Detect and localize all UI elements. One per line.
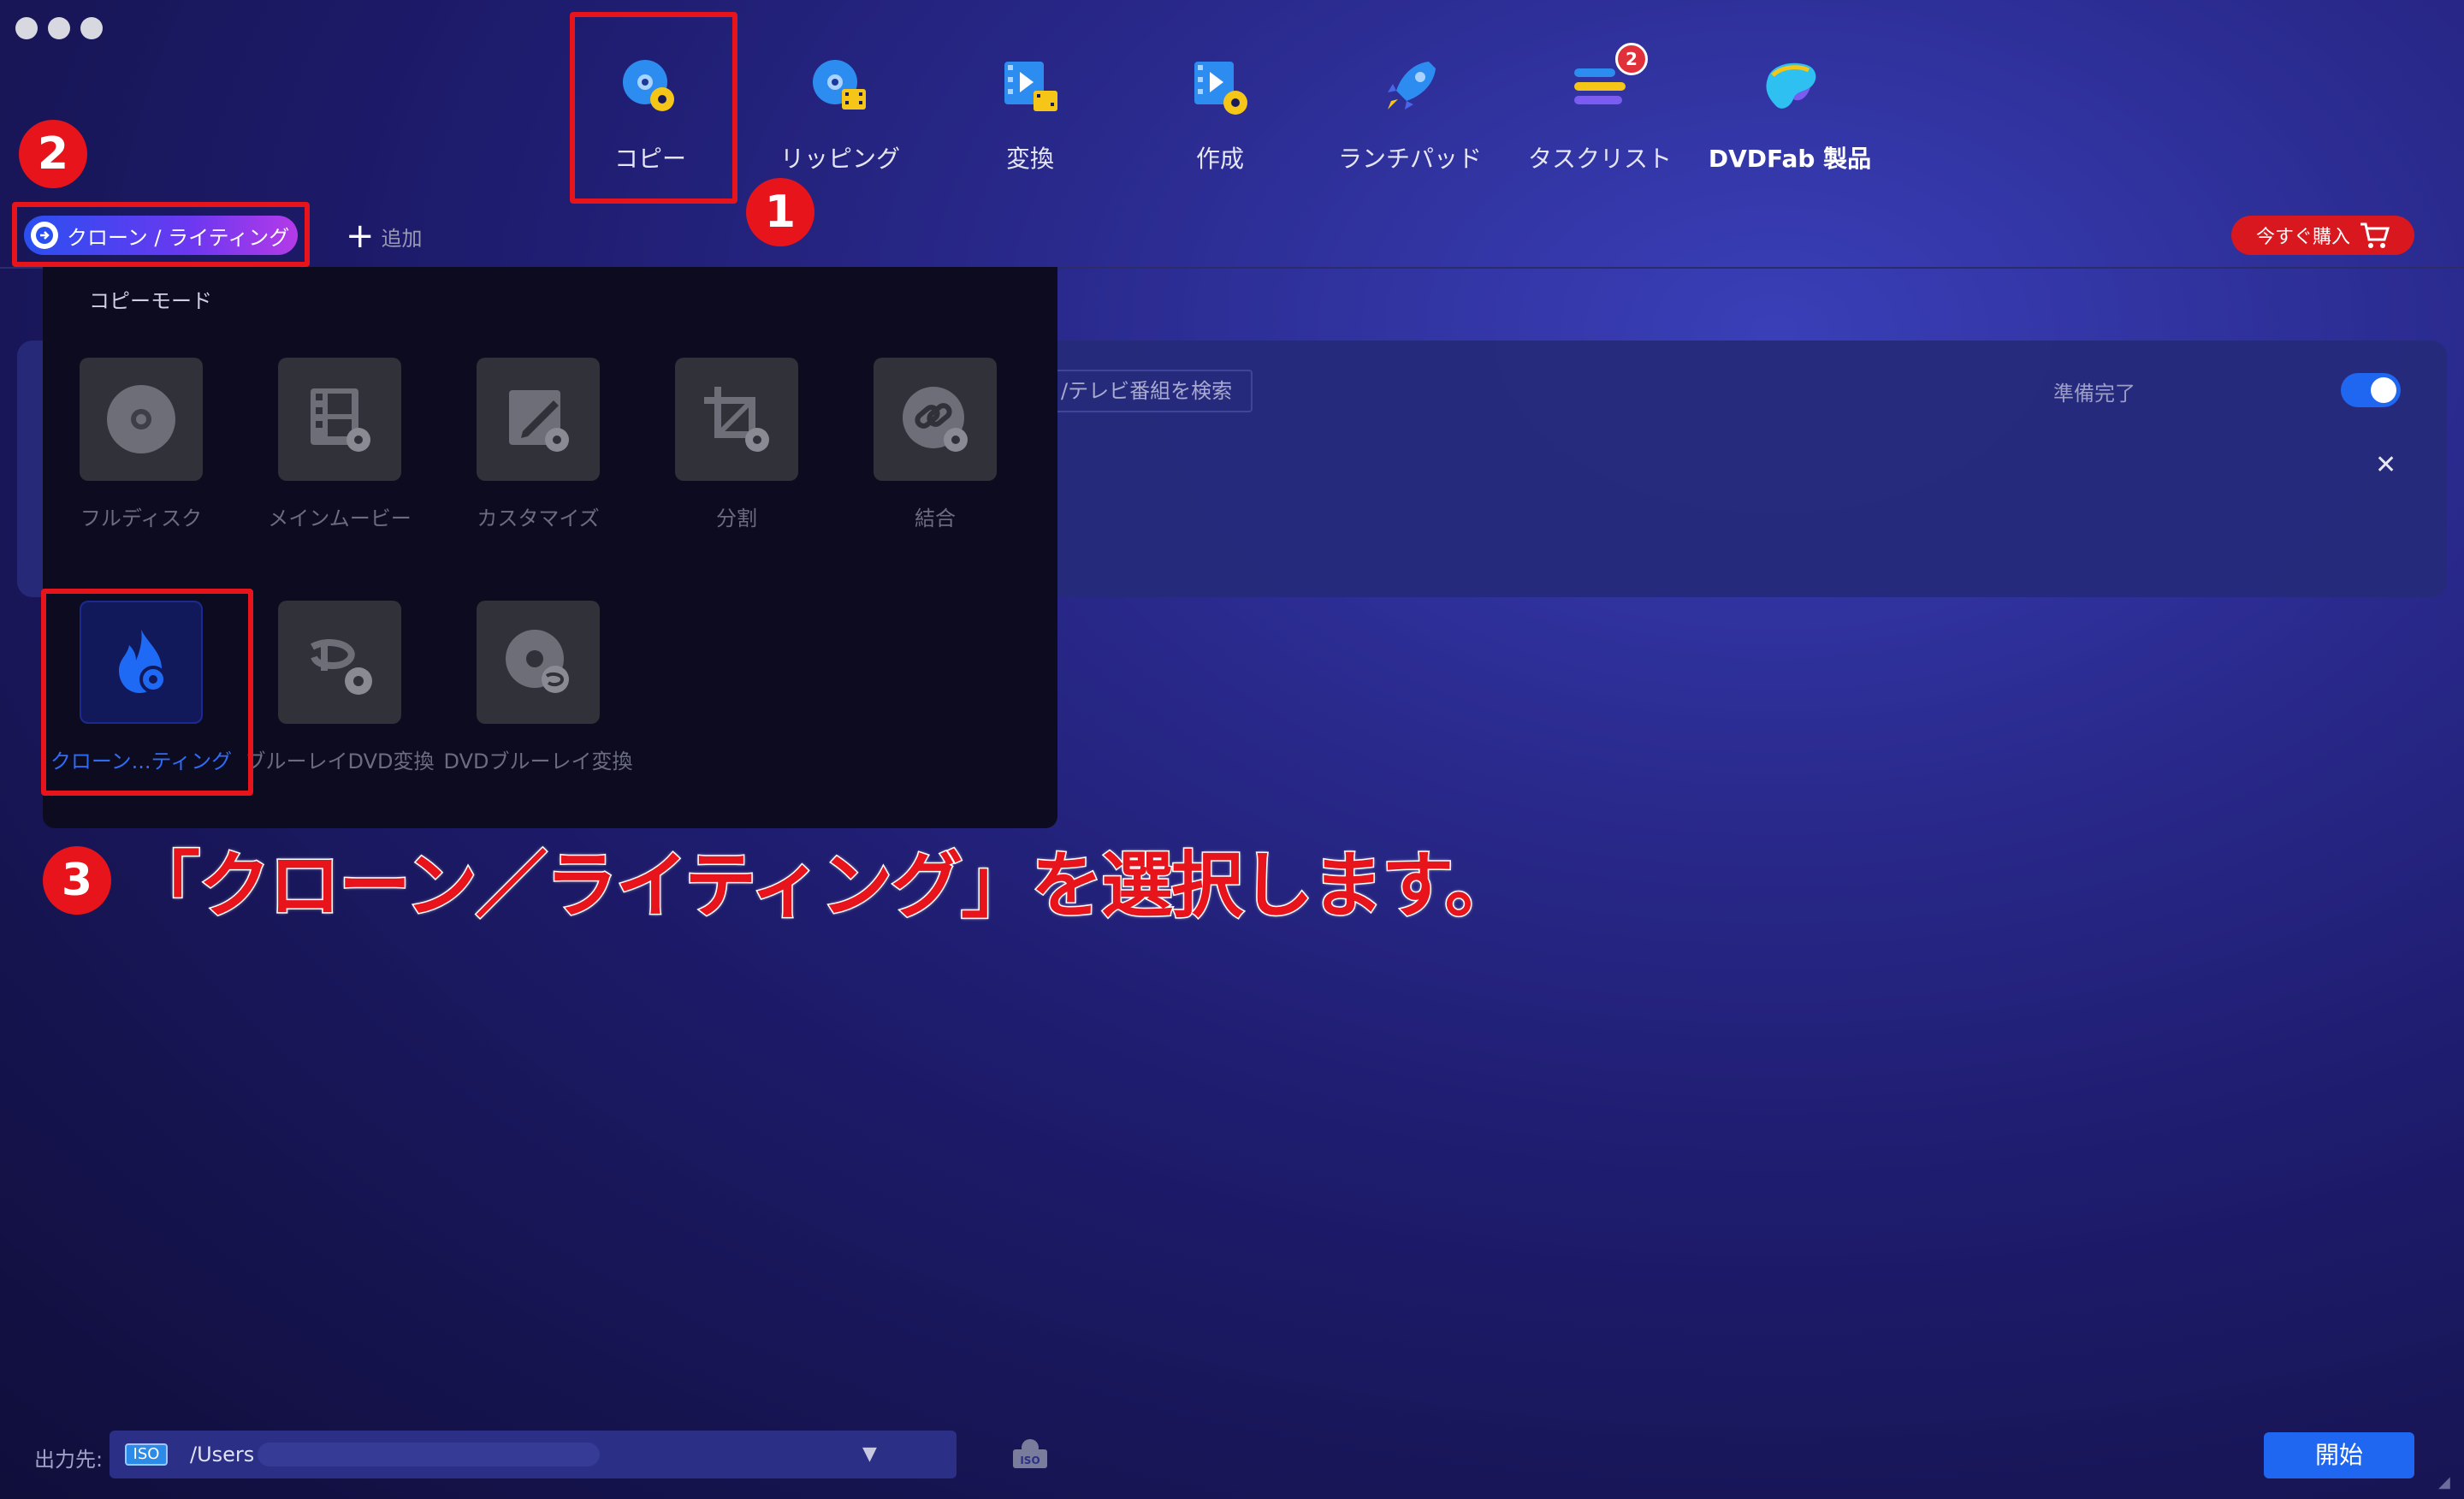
copy-mode-label: クローン / ライティング (67, 225, 290, 250)
mode-main-movie[interactable]: メインムービー (241, 358, 438, 554)
svg-text:ISO: ISO (1020, 1455, 1040, 1466)
annotation-marker-1: 1 (746, 178, 814, 246)
nav-create-label: 作成 (1195, 145, 1244, 173)
output-path-text: /Users (190, 1443, 255, 1466)
nav-copy[interactable]: コピー (565, 34, 736, 205)
nav-dvdfab-products-label: DVDFab 製品 (1708, 145, 1872, 173)
output-path-field[interactable]: ISO /Users ▼ ISO (110, 1431, 1047, 1478)
full-disc-icon (107, 385, 175, 453)
customize-icon (509, 390, 569, 452)
annotation-marker-2: 2 (19, 120, 87, 188)
buy-now-button[interactable]: 今すぐ購入 (2231, 216, 2414, 255)
instruction-caption: 3 「クローン／ライティング」を選択します。 (43, 828, 1519, 932)
annotation-marker-3: 3 (43, 845, 111, 915)
nav-dvdfab-products[interactable]: DVDFab 製品 (1704, 34, 1875, 205)
copy-mode-title: コピーモード (89, 289, 212, 313)
dvd-to-bluray-icon (506, 630, 569, 693)
window-controls (15, 17, 103, 39)
format-chip: ISO (125, 1443, 168, 1466)
mode-bluray-to-dvd[interactable]: ブルーレイDVD変換 (241, 601, 438, 797)
nav-launchpad[interactable]: ランチパッド (1324, 34, 1496, 205)
mode-full-disc-label: フルディスク (80, 507, 203, 530)
nav-task-list[interactable]: 2 タスクリスト (1514, 34, 1685, 205)
redacted-path (258, 1443, 601, 1466)
mode-merge-label: 結合 (915, 507, 956, 530)
arrow-right-icon (31, 222, 58, 249)
mode-split-label: 分割 (716, 507, 757, 530)
mode-full-disc[interactable]: フルディスク (43, 358, 240, 554)
merge-icon (903, 387, 968, 452)
buy-now-label: 今すぐ購入 (2255, 227, 2350, 248)
nav-launchpad-label: ランチパッド (1337, 145, 1482, 173)
resize-grip-icon[interactable]: ◢ (2438, 1473, 2455, 1491)
add-source-button[interactable]: + 追加 (346, 219, 423, 253)
nav-convert-label: 変換 (1005, 145, 1054, 173)
nav-convert[interactable]: 変換 (945, 34, 1116, 205)
disc-copy-icon (623, 60, 674, 111)
mode-main-movie-label: メインムービー (268, 507, 412, 530)
rocket-icon (1388, 62, 1436, 110)
start-button[interactable]: 開始 (2264, 1432, 2414, 1478)
instruction-text: 「クローン／ライティング」を選択します。 (127, 843, 1519, 929)
nav-create[interactable]: 作成 (1134, 34, 1306, 205)
mode-bluray-to-dvd-label: ブルーレイDVD変換 (245, 750, 435, 773)
mode-dvd-to-bluray[interactable]: DVDブルーレイ変換 (440, 601, 637, 797)
video-convert-icon (1004, 62, 1057, 111)
nav-ripping-label: リッピング (779, 145, 900, 173)
mode-clone-burn-label: クローン...ティング (50, 750, 233, 773)
disc-rip-icon (813, 60, 866, 110)
copy-mode-selector[interactable]: クローン / ライティング (24, 216, 298, 255)
split-icon (704, 387, 769, 452)
main-movie-icon (311, 388, 370, 452)
window-close-button[interactable] (15, 17, 38, 39)
nav-copy-label: コピー (613, 145, 686, 173)
mode-dvd-to-bluray-label: DVDブルーレイ変換 (443, 750, 633, 773)
output-label: 出力先: (34, 1448, 104, 1472)
bluray-to-dvd-icon (311, 639, 372, 695)
mode-customize-label: カスタマイズ (477, 507, 600, 530)
enable-toggle[interactable] (2341, 373, 2401, 407)
task-count-badge: 2 (1615, 43, 1648, 75)
mode-clone-burn[interactable]: クローン...ティング (43, 601, 240, 797)
video-create-icon (1194, 62, 1247, 115)
nav-task-list-label: タスクリスト (1527, 145, 1672, 173)
chevron-down-icon[interactable]: ▼ (862, 1431, 877, 1478)
title-search-field[interactable]: /テレビ番組を検索 (1042, 370, 1253, 412)
close-icon[interactable]: ✕ (2375, 450, 2396, 480)
dvdfab-logo-icon (1766, 62, 1816, 109)
mode-split[interactable]: 分割 (638, 358, 835, 554)
window-minimize-button[interactable] (48, 17, 70, 39)
iso-save-icon[interactable]: ISO (1010, 1437, 1051, 1472)
copy-mode-dropdown: コピーモード フルディスク メインムービー カスタマイズ 分割 結合 クローン.… (43, 267, 1057, 828)
plus-icon: + (346, 216, 375, 256)
mode-merge[interactable]: 結合 (837, 358, 1034, 554)
cart-icon (2360, 222, 2390, 248)
window-zoom-button[interactable] (80, 17, 103, 39)
clone-burn-icon (119, 630, 167, 693)
mode-customize[interactable]: カスタマイズ (440, 358, 637, 554)
add-source-label: 追加 (381, 226, 423, 251)
status-text: 準備完了 (2053, 382, 2135, 406)
